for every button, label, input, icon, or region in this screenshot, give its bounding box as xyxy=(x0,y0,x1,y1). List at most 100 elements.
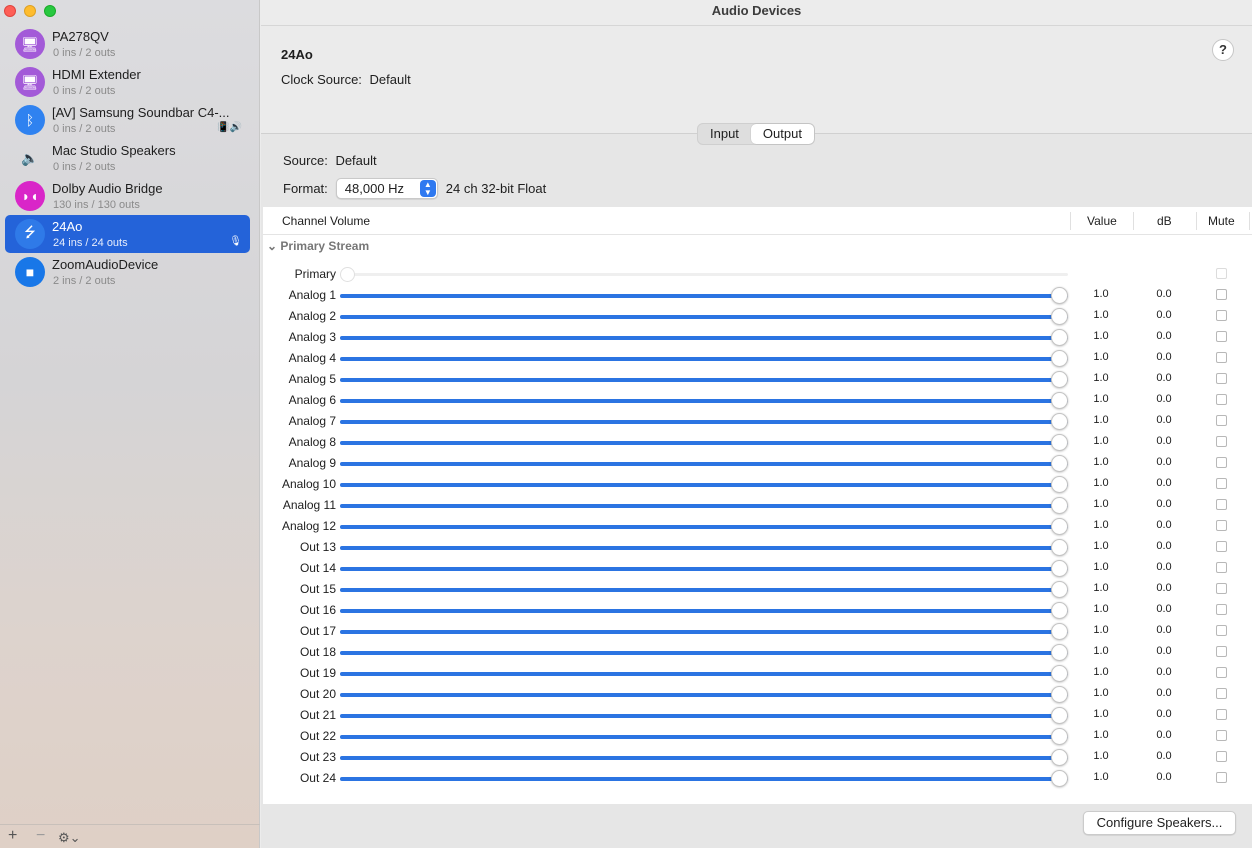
mute-checkbox[interactable] xyxy=(1216,541,1227,552)
tab-input[interactable]: Input xyxy=(698,124,751,144)
volume-slider-knob[interactable] xyxy=(1051,728,1068,745)
volume-slider[interactable] xyxy=(340,392,1068,409)
volume-slider[interactable] xyxy=(340,329,1068,346)
volume-slider[interactable] xyxy=(340,287,1068,304)
volume-slider[interactable] xyxy=(340,644,1068,661)
device-item[interactable]: 🖥 HDMI Extender 0 ins / 2 outs xyxy=(5,63,250,101)
mute-checkbox[interactable] xyxy=(1216,478,1227,489)
volume-slider-knob[interactable] xyxy=(340,267,355,282)
volume-slider-knob[interactable] xyxy=(1051,749,1068,766)
volume-slider[interactable] xyxy=(340,770,1068,787)
mute-checkbox[interactable] xyxy=(1216,394,1227,405)
volume-slider-knob[interactable] xyxy=(1051,329,1068,346)
volume-slider-knob[interactable] xyxy=(1051,476,1068,493)
close-window-button[interactable] xyxy=(4,5,16,17)
mute-checkbox[interactable] xyxy=(1216,562,1227,573)
mute-checkbox[interactable] xyxy=(1216,499,1227,510)
volume-slider-knob[interactable] xyxy=(1051,770,1068,787)
device-item[interactable]: 🖥 PA278QV 0 ins / 2 outs xyxy=(5,25,250,63)
device-item[interactable]: ■ ZoomAudioDevice 2 ins / 2 outs xyxy=(5,253,250,291)
volume-slider[interactable] xyxy=(340,434,1068,451)
column-mute[interactable]: Mute xyxy=(1208,214,1235,228)
mute-checkbox[interactable] xyxy=(1216,436,1227,447)
device-item[interactable]: 🔈 Mac Studio Speakers 0 ins / 2 outs xyxy=(5,139,250,177)
gear-menu-button[interactable]: ⚙︎⌄ xyxy=(58,830,81,846)
mute-checkbox[interactable] xyxy=(1216,604,1227,615)
volume-slider-knob[interactable] xyxy=(1051,497,1068,514)
mute-checkbox[interactable] xyxy=(1216,289,1227,300)
column-channel-volume[interactable]: Channel Volume xyxy=(282,214,370,228)
volume-slider-knob[interactable] xyxy=(1051,287,1068,304)
volume-slider-knob[interactable] xyxy=(1051,392,1068,409)
mute-checkbox[interactable] xyxy=(1216,667,1227,678)
volume-slider-knob[interactable] xyxy=(1051,707,1068,724)
volume-slider-knob[interactable] xyxy=(1051,581,1068,598)
volume-slider-knob[interactable] xyxy=(1051,308,1068,325)
volume-slider[interactable] xyxy=(340,665,1068,682)
device-item[interactable]: ᛒ [AV] Samsung Soundbar C4-... 0 ins / 2 o… xyxy=(5,101,250,139)
mute-checkbox[interactable] xyxy=(1216,688,1227,699)
volume-slider-knob[interactable] xyxy=(1051,350,1068,367)
volume-slider[interactable] xyxy=(340,455,1068,472)
volume-slider-knob[interactable] xyxy=(1051,371,1068,388)
remove-device-button[interactable]: − xyxy=(36,827,45,845)
volume-slider[interactable] xyxy=(340,497,1068,514)
volume-slider-knob[interactable] xyxy=(1051,434,1068,451)
device-io-count: 2 ins / 2 outs xyxy=(53,275,116,287)
volume-slider-knob[interactable] xyxy=(1051,560,1068,577)
volume-slider[interactable] xyxy=(340,602,1068,619)
volume-slider[interactable] xyxy=(340,308,1068,325)
volume-slider[interactable] xyxy=(340,476,1068,493)
volume-slider-knob[interactable] xyxy=(1051,602,1068,619)
volume-slider-knob[interactable] xyxy=(1051,455,1068,472)
mute-checkbox[interactable] xyxy=(1216,583,1227,594)
mute-checkbox[interactable] xyxy=(1216,751,1227,762)
volume-slider-knob[interactable] xyxy=(1051,644,1068,661)
minimize-window-button[interactable] xyxy=(24,5,36,17)
column-db[interactable]: dB xyxy=(1157,214,1172,228)
mute-checkbox[interactable] xyxy=(1216,310,1227,321)
zoom-window-button[interactable] xyxy=(44,5,56,17)
volume-slider-knob[interactable] xyxy=(1051,686,1068,703)
volume-slider[interactable] xyxy=(340,371,1068,388)
primary-stream-group[interactable]: ⌄ Primary Stream xyxy=(267,239,369,253)
mute-checkbox[interactable] xyxy=(1216,352,1227,363)
volume-slider[interactable] xyxy=(340,518,1068,535)
mute-checkbox[interactable] xyxy=(1216,373,1227,384)
column-value[interactable]: Value xyxy=(1087,214,1117,228)
add-device-button[interactable]: + xyxy=(8,827,17,845)
volume-slider[interactable] xyxy=(340,560,1068,577)
volume-slider[interactable] xyxy=(340,350,1068,367)
volume-slider[interactable] xyxy=(340,749,1068,766)
volume-slider[interactable] xyxy=(340,267,1068,282)
volume-slider[interactable] xyxy=(340,413,1068,430)
mute-checkbox[interactable] xyxy=(1216,646,1227,657)
mute-checkbox[interactable] xyxy=(1216,772,1227,783)
volume-slider-knob[interactable] xyxy=(1051,413,1068,430)
mute-checkbox[interactable] xyxy=(1216,457,1227,468)
tab-output[interactable]: Output xyxy=(750,124,814,144)
help-button[interactable]: ? xyxy=(1212,39,1234,61)
volume-slider-knob[interactable] xyxy=(1051,518,1068,535)
source-value[interactable]: Default xyxy=(335,153,376,168)
volume-slider-knob[interactable] xyxy=(1051,623,1068,640)
configure-speakers-button[interactable]: Configure Speakers... xyxy=(1083,811,1236,835)
mute-checkbox[interactable] xyxy=(1216,730,1227,741)
volume-slider-knob[interactable] xyxy=(1051,539,1068,556)
volume-slider[interactable] xyxy=(340,581,1068,598)
mute-checkbox[interactable] xyxy=(1216,520,1227,531)
volume-slider[interactable] xyxy=(340,728,1068,745)
clock-source-value[interactable]: Default xyxy=(370,72,411,87)
mute-checkbox[interactable] xyxy=(1216,625,1227,636)
volume-slider[interactable] xyxy=(340,539,1068,556)
volume-slider[interactable] xyxy=(340,623,1068,640)
device-item[interactable]: ⭍ 24Ao 24 ins / 24 outs 🎙 xyxy=(5,215,250,253)
mute-checkbox[interactable] xyxy=(1216,331,1227,342)
volume-slider-knob[interactable] xyxy=(1051,665,1068,682)
mute-checkbox[interactable] xyxy=(1216,415,1227,426)
volume-slider[interactable] xyxy=(340,707,1068,724)
volume-slider[interactable] xyxy=(340,686,1068,703)
format-select[interactable]: 48,000 Hz ▲ ▼ xyxy=(335,178,438,199)
device-item[interactable]: ◗◖ Dolby Audio Bridge 130 ins / 130 outs xyxy=(5,177,250,215)
mute-checkbox[interactable] xyxy=(1216,709,1227,720)
